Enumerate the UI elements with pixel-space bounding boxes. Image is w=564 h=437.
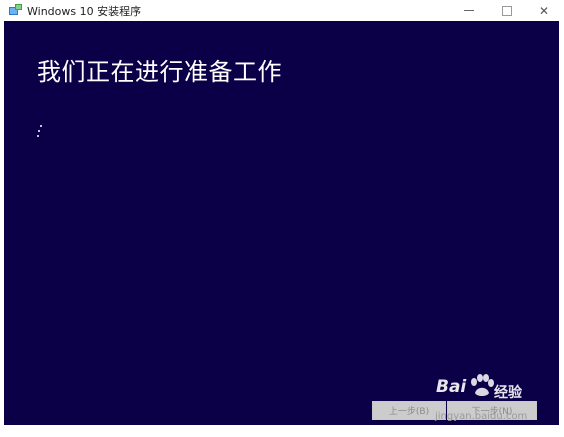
back-button[interactable]: 上一步(B) bbox=[372, 401, 446, 420]
setup-window: Windows 10 安装程序 ✕ 我们正在进行准备工作 上一步(B) 下一步(… bbox=[0, 0, 564, 437]
minimize-button[interactable] bbox=[452, 0, 486, 21]
windows-setup-icon bbox=[9, 4, 22, 15]
maximize-icon bbox=[502, 5, 512, 16]
setup-content-panel: 我们正在进行准备工作 上一步(B) 下一步(N) bbox=[4, 21, 559, 425]
minimize-icon bbox=[464, 10, 474, 11]
close-button[interactable]: ✕ bbox=[527, 0, 561, 21]
maximize-button[interactable] bbox=[490, 0, 524, 21]
next-button[interactable]: 下一步(N) bbox=[447, 401, 537, 420]
page-title: 我们正在进行准备工作 bbox=[37, 58, 282, 86]
loading-spinner-icon bbox=[37, 125, 43, 141]
window-title: Windows 10 安装程序 bbox=[27, 5, 142, 18]
window-border bbox=[559, 21, 564, 425]
title-bar[interactable]: Windows 10 安装程序 ✕ bbox=[0, 0, 564, 21]
close-icon: ✕ bbox=[538, 3, 550, 18]
window-bottom-border bbox=[0, 425, 564, 437]
